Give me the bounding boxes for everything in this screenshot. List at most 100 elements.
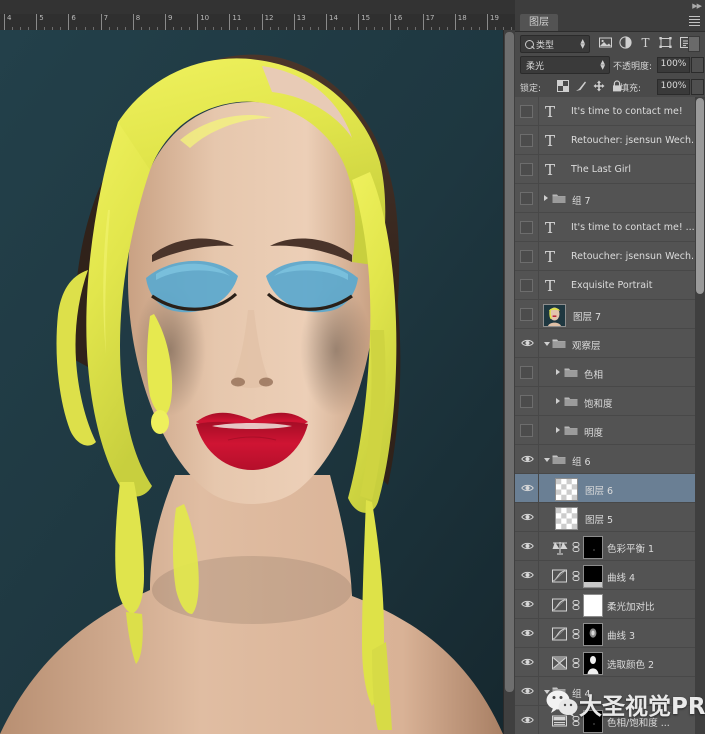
mask-link-icon[interactable]	[572, 629, 580, 639]
layer-row[interactable]: T Exquisite Portrait	[515, 271, 705, 300]
layer-row[interactable]: T Retoucher: jsensun Wech...	[515, 126, 705, 155]
visibility-eye-icon[interactable]	[521, 570, 534, 580]
filter-enable-toggle[interactable]	[688, 36, 700, 52]
layer-row[interactable]: T The Last Girl	[515, 155, 705, 184]
visibility-toggle-off[interactable]	[520, 308, 533, 321]
layer-row[interactable]: 图层 7	[515, 300, 705, 329]
layer-group-folder-icon[interactable]	[564, 396, 578, 407]
visibility-eye-icon[interactable]	[521, 715, 534, 725]
opacity-input[interactable]: 100%	[657, 57, 690, 73]
visibility-toggle-off[interactable]	[520, 279, 533, 292]
tab-layers[interactable]: 图层	[520, 14, 558, 31]
layer-row[interactable]: 曲线 3	[515, 619, 705, 648]
visibility-toggle-off[interactable]	[520, 366, 533, 379]
mask-link-icon[interactable]	[572, 542, 580, 552]
lock-position-icon[interactable]	[593, 80, 605, 92]
layer-row[interactable]: T Retoucher: jsensun Wech...	[515, 242, 705, 271]
layer-thumbnail[interactable]	[555, 478, 578, 501]
lock-image-icon[interactable]	[575, 80, 587, 92]
layer-row[interactable]: 选取颜色 2	[515, 648, 705, 677]
layers-scroll-thumb[interactable]	[696, 98, 704, 294]
visibility-toggle-off[interactable]	[520, 192, 533, 205]
visibility-eye-icon[interactable]	[521, 541, 534, 551]
visibility-toggle-off[interactable]	[520, 134, 533, 147]
adjustment-curves-icon[interactable]	[551, 568, 568, 584]
layer-row[interactable]: 色彩平衡 1	[515, 532, 705, 561]
opacity-dropdown-icon[interactable]	[691, 57, 704, 73]
group-disclosure-arrow[interactable]	[544, 458, 550, 462]
mask-link-icon[interactable]	[572, 600, 580, 610]
layer-thumbnail[interactable]	[543, 304, 566, 327]
blend-mode-select[interactable]: 柔光 ▲ ▼	[520, 56, 610, 74]
group-disclosure-arrow[interactable]	[556, 369, 560, 375]
layers-vertical-scrollbar[interactable]	[695, 97, 705, 734]
layer-mask-thumbnail[interactable]	[583, 710, 603, 733]
layer-mask-thumbnail[interactable]	[583, 623, 603, 646]
layer-group-folder-icon[interactable]	[552, 193, 566, 204]
layer-group-folder-icon[interactable]	[552, 686, 566, 697]
layer-group-folder-icon[interactable]	[552, 338, 566, 349]
fill-input[interactable]: 100%	[657, 79, 690, 95]
layer-row[interactable]: 图层 6	[515, 474, 705, 503]
shape-filter-icon[interactable]	[659, 36, 672, 49]
layer-row[interactable]: 组 4	[515, 677, 705, 706]
visibility-eye-icon[interactable]	[521, 628, 534, 638]
layer-row[interactable]: 明度	[515, 416, 705, 445]
layer-row[interactable]: 图层 5	[515, 503, 705, 532]
layer-mask-thumbnail[interactable]	[583, 594, 603, 617]
layer-row[interactable]: 色相/饱和度 ...	[515, 706, 705, 734]
visibility-eye-icon[interactable]	[521, 512, 534, 522]
visibility-toggle-off[interactable]	[520, 105, 533, 118]
adjustment-filter-icon[interactable]	[619, 36, 632, 49]
visibility-toggle-off[interactable]	[520, 424, 533, 437]
layer-mask-thumbnail[interactable]	[583, 536, 603, 559]
layer-row[interactable]: 观察层	[515, 329, 705, 358]
visibility-eye-icon[interactable]	[521, 657, 534, 667]
layer-mask-thumbnail[interactable]	[583, 652, 603, 675]
group-disclosure-arrow[interactable]	[544, 195, 548, 201]
filter-type-select[interactable]: 类型 ▲ ▼	[520, 35, 590, 53]
panel-menu-icon[interactable]	[687, 15, 701, 27]
layer-mask-thumbnail[interactable]	[583, 565, 603, 588]
type-filter-icon[interactable]: T	[639, 36, 652, 49]
visibility-eye-icon[interactable]	[521, 599, 534, 609]
group-disclosure-arrow[interactable]	[544, 690, 550, 694]
layer-row[interactable]: 组 6	[515, 445, 705, 474]
layer-row[interactable]: T It's time to contact me!	[515, 97, 705, 126]
image-filter-icon[interactable]	[599, 36, 612, 49]
visibility-toggle-off[interactable]	[520, 221, 533, 234]
mask-link-icon[interactable]	[572, 658, 580, 668]
image-canvas[interactable]	[0, 30, 503, 734]
layer-group-folder-icon[interactable]	[564, 367, 578, 378]
visibility-eye-icon[interactable]	[521, 686, 534, 696]
layer-row[interactable]: 饱和度	[515, 387, 705, 416]
adjustment-huesat-icon[interactable]	[551, 713, 568, 729]
visibility-eye-icon[interactable]	[521, 483, 534, 493]
layer-row[interactable]: 柔光加对比	[515, 590, 705, 619]
fill-dropdown-icon[interactable]	[691, 79, 704, 95]
group-disclosure-arrow[interactable]	[556, 427, 560, 433]
visibility-toggle-off[interactable]	[520, 163, 533, 176]
group-disclosure-arrow[interactable]	[544, 342, 550, 346]
mask-link-icon[interactable]	[572, 571, 580, 581]
canvas-scroll-thumb[interactable]	[505, 32, 514, 692]
visibility-eye-icon[interactable]	[521, 454, 534, 464]
collapse-panel-icon[interactable]: ▶▶	[692, 2, 702, 10]
layer-row[interactable]: 组 7	[515, 184, 705, 213]
horizontal-ruler[interactable]: 4 5 6 7 8 9 10 11 12 13 14 15 16 17 18 19	[0, 14, 515, 31]
adjustment-curves-icon[interactable]	[551, 597, 568, 613]
mask-link-icon[interactable]	[572, 716, 580, 726]
visibility-toggle-off[interactable]	[520, 395, 533, 408]
adjustment-selective-icon[interactable]	[551, 655, 568, 671]
visibility-toggle-off[interactable]	[520, 250, 533, 263]
layer-row[interactable]: 曲线 4	[515, 561, 705, 590]
layer-row[interactable]: 色相	[515, 358, 705, 387]
lock-transparent-icon[interactable]	[557, 80, 569, 92]
layer-row[interactable]: T It's time to contact me! ...	[515, 213, 705, 242]
group-disclosure-arrow[interactable]	[556, 398, 560, 404]
visibility-eye-icon[interactable]	[521, 338, 534, 348]
layer-group-folder-icon[interactable]	[564, 425, 578, 436]
adjustment-curves-icon[interactable]	[551, 626, 568, 642]
adjustment-balance-icon[interactable]	[551, 539, 568, 555]
layer-list[interactable]: T It's time to contact me! T Retoucher: jse…	[515, 97, 705, 734]
